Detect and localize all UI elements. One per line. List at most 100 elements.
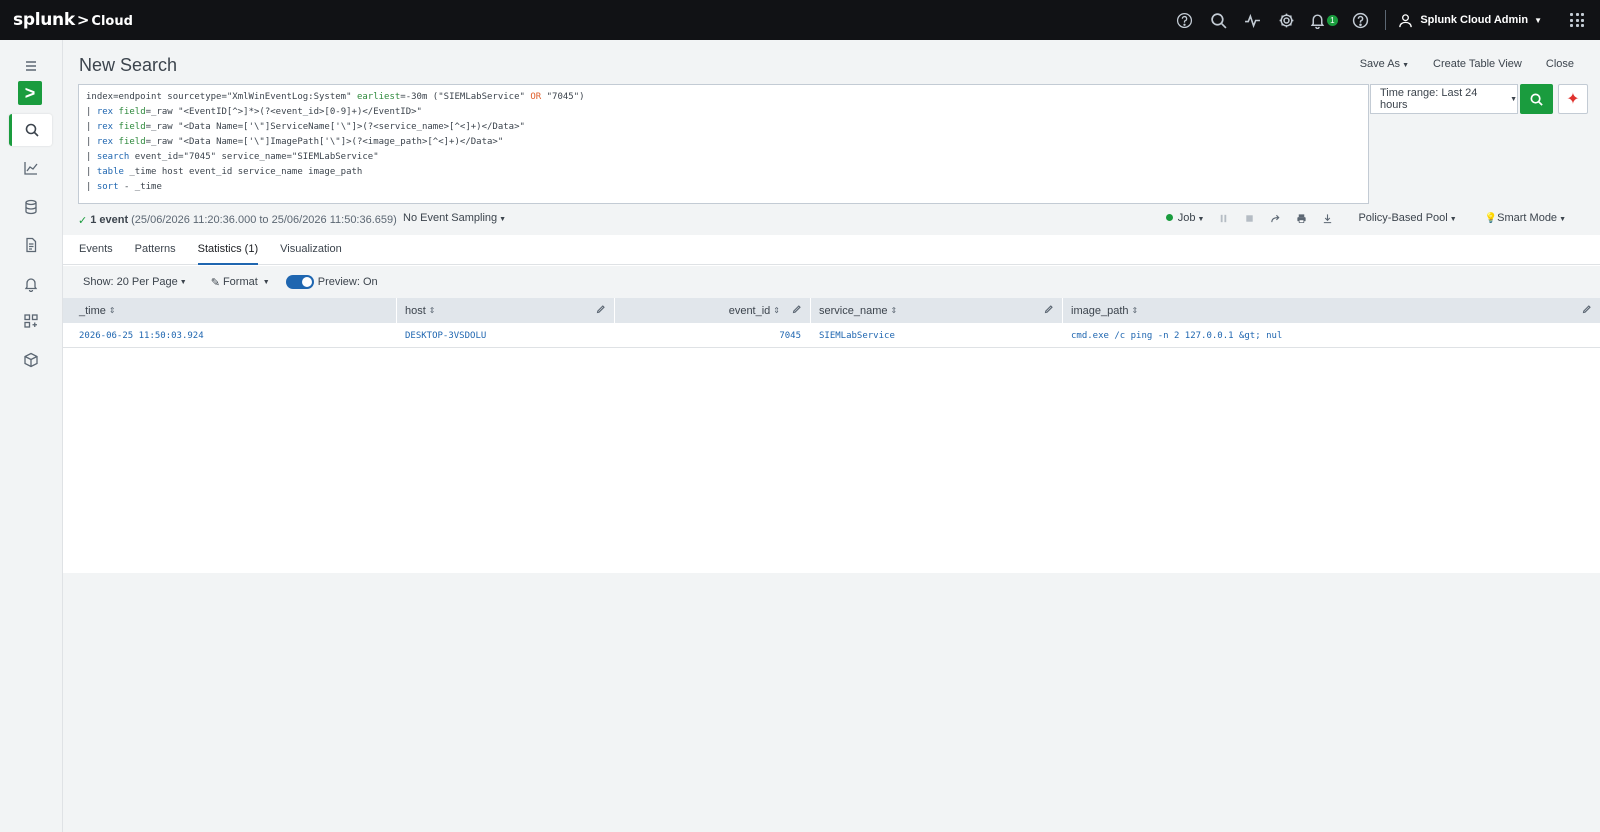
- pencil-icon[interactable]: [792, 304, 802, 317]
- cell-service-name[interactable]: SIEMLabService: [811, 323, 1063, 348]
- hamburger-menu-icon[interactable]: [9, 50, 52, 82]
- cube-icon: [23, 352, 38, 368]
- sort-icon: ⇕: [428, 306, 436, 315]
- cell-image-path[interactable]: cmd.exe /c ping -n 2 127.0.0.1 &gt; nul: [1063, 323, 1600, 348]
- pencil-icon[interactable]: [1582, 304, 1592, 317]
- topbar-divider: [1385, 10, 1387, 30]
- splunk-logo[interactable]: splunk > Cloud: [13, 10, 133, 30]
- pool-dropdown[interactable]: Policy-Based Pool ▼: [1358, 212, 1456, 224]
- gear-icon[interactable]: [1269, 0, 1303, 40]
- question-icon[interactable]: [1343, 0, 1377, 40]
- results-panel: Events Patterns Statistics (1) Visualiza…: [63, 235, 1600, 573]
- tab-statistics[interactable]: Statistics (1): [197, 235, 259, 265]
- caret-down-icon: ▼: [262, 278, 270, 286]
- create-table-view-button[interactable]: Create Table View: [1433, 58, 1522, 70]
- download-icon[interactable]: [1320, 213, 1334, 224]
- per-page-dropdown[interactable]: Show: 20 Per Page ▼: [83, 276, 187, 288]
- notification-badge: 1: [1327, 15, 1338, 26]
- event-sampling-dropdown[interactable]: No Event Sampling ▼: [403, 212, 506, 224]
- search-app-icon[interactable]: >: [18, 81, 42, 105]
- save-as-label: Save As: [1359, 58, 1401, 70]
- query-line-4: | rex field=_raw "<Data Name=['\"]ImageP…: [86, 137, 504, 147]
- table-header: _time ⇕ host ⇕ event_id ⇕ service_name ⇕ ima…: [63, 298, 1600, 323]
- preview-toggle[interactable]: Preview: On: [285, 275, 378, 289]
- sidebar-item-dashboards[interactable]: [9, 305, 52, 337]
- search-mode-dropdown[interactable]: 💡Smart Mode ▼: [1485, 212, 1566, 224]
- time-range-picker[interactable]: Time range: Last 24 hours ▼: [1370, 84, 1518, 114]
- sidebar-item-analytics[interactable]: [9, 152, 52, 184]
- brand-suffix: Cloud: [91, 14, 133, 29]
- line-chart-icon: [23, 162, 38, 175]
- sort-icon: ⇕: [890, 306, 898, 315]
- share-icon[interactable]: [1268, 213, 1282, 224]
- logo-chevron: >: [76, 11, 90, 29]
- tab-visualization[interactable]: Visualization: [280, 235, 342, 265]
- column-label: host: [405, 304, 426, 317]
- apps-grid-icon[interactable]: [1570, 13, 1584, 27]
- job-status-dot: [1165, 214, 1173, 221]
- sort-icon: ⇕: [1131, 306, 1139, 315]
- save-as-button[interactable]: Save As ▼: [1360, 58, 1409, 70]
- column-header-image-path[interactable]: image_path ⇕: [1063, 298, 1600, 323]
- query-line-2: | rex field=_raw "<EventID[^>]*>(?<event…: [86, 107, 422, 117]
- pool-label: Policy-Based Pool: [1358, 212, 1448, 224]
- brand-text: splunk: [13, 10, 75, 30]
- sidebar-item-search[interactable]: [9, 114, 52, 146]
- caret-down-icon: ▼: [1197, 216, 1205, 223]
- sidebar-item-reports[interactable]: [9, 229, 52, 261]
- job-label: Job: [1177, 212, 1196, 224]
- cell-event-id[interactable]: 7045: [615, 323, 811, 348]
- pause-icon[interactable]: [1216, 213, 1230, 224]
- column-label: _time: [79, 304, 106, 317]
- query-line-1: index=endpoint sourcetype="XmlWinEventLo…: [86, 92, 585, 102]
- stop-icon[interactable]: [1242, 213, 1256, 224]
- notifications-button[interactable]: 1: [1303, 0, 1343, 40]
- sort-icon: ⇕: [108, 306, 116, 315]
- database-icon: [24, 199, 37, 215]
- per-page-label: Show: 20 Per Page: [83, 276, 178, 288]
- column-label: service_name: [819, 304, 888, 317]
- sampling-label: No Event Sampling: [403, 212, 498, 224]
- cell-time[interactable]: 2026-06-25 11:50:03.924: [63, 323, 397, 348]
- ai-assistant-button[interactable]: ✦: [1558, 84, 1588, 114]
- search-icon: [1530, 93, 1543, 106]
- sidebar-item-apps[interactable]: [9, 344, 52, 376]
- tab-patterns[interactable]: Patterns: [135, 235, 176, 265]
- pencil-icon[interactable]: [1044, 304, 1054, 317]
- cell-host[interactable]: DESKTOP-3VSDOLU: [397, 323, 615, 348]
- query-line-7: | sort - _time: [86, 182, 162, 192]
- results-tabs: Events Patterns Statistics (1) Visualiza…: [63, 235, 1600, 265]
- tab-events[interactable]: Events: [79, 235, 113, 265]
- run-search-button[interactable]: [1520, 84, 1553, 114]
- bell-icon: [24, 278, 37, 292]
- pencil-icon[interactable]: [596, 304, 606, 317]
- document-icon: [25, 237, 36, 253]
- column-header-service-name[interactable]: service_name ⇕: [811, 298, 1063, 323]
- column-header-time[interactable]: _time ⇕: [63, 298, 397, 323]
- column-header-event-id[interactable]: event_id ⇕: [615, 298, 811, 323]
- sort-icon: ⇕: [773, 306, 780, 315]
- format-dropdown[interactable]: ✎ Format ▼: [211, 276, 270, 289]
- caret-down-icon: ▼: [1534, 15, 1542, 25]
- activity-icon[interactable]: [1235, 0, 1269, 40]
- bell-icon: [1310, 13, 1325, 29]
- sidebar-item-datasets[interactable]: [9, 191, 52, 223]
- caret-down-icon: ▼: [1449, 216, 1457, 223]
- column-header-host[interactable]: host ⇕: [397, 298, 615, 323]
- search-query-editor[interactable]: index=endpoint sourcetype="XmlWinEventLo…: [78, 84, 1369, 204]
- page-title: New Search: [79, 55, 178, 75]
- event-count: 1 event: [90, 214, 129, 226]
- event-time-range: (25/06/2026 11:20:36.000 to 25/06/2026 1…: [131, 214, 397, 226]
- caret-down-icon: ▼: [1510, 95, 1517, 103]
- mode-label: Smart Mode: [1497, 212, 1558, 224]
- print-icon[interactable]: [1294, 213, 1308, 224]
- search-icon[interactable]: [1201, 0, 1235, 40]
- sidebar-item-alerts[interactable]: [9, 268, 52, 300]
- help-circle-icon[interactable]: [1167, 0, 1201, 40]
- caret-down-icon: ▼: [179, 278, 187, 286]
- close-button[interactable]: Close: [1546, 58, 1574, 70]
- time-range-label: Time range: Last 24 hours: [1380, 87, 1478, 111]
- column-label: event_id: [728, 304, 771, 317]
- job-dropdown[interactable]: Job ▼: [1165, 212, 1205, 224]
- user-menu[interactable]: Splunk Cloud Admin ▼: [1398, 13, 1542, 28]
